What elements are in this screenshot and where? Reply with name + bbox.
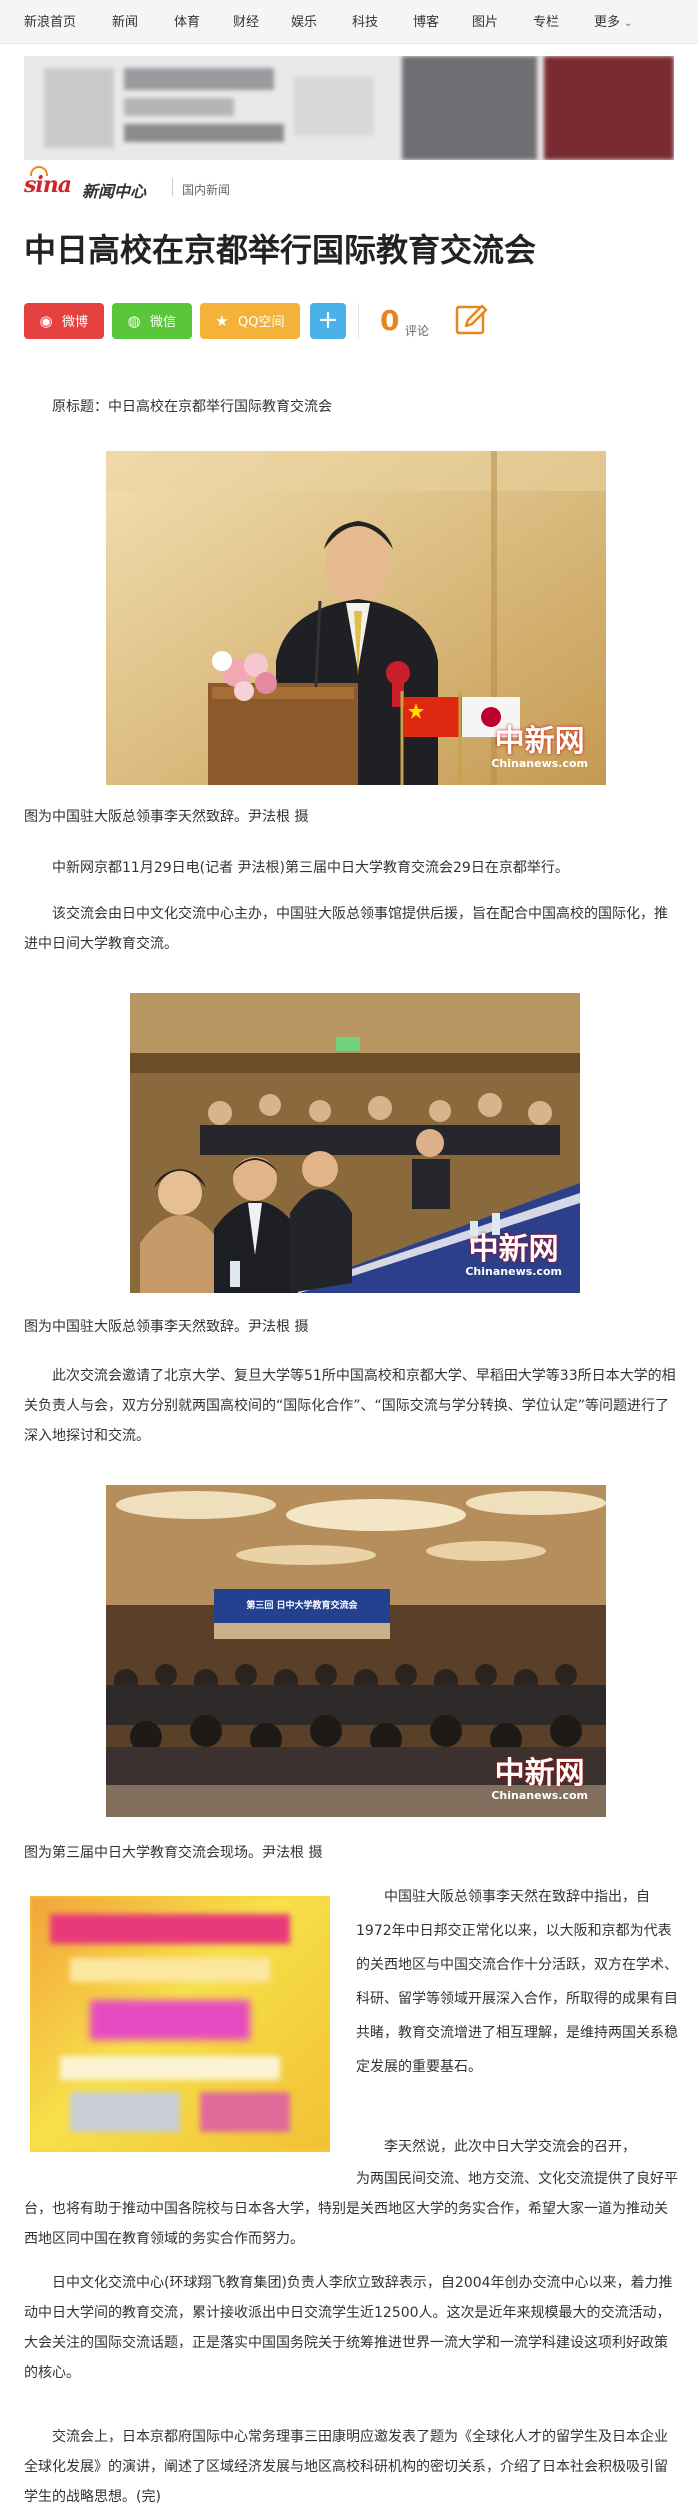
sina-logo[interactable]: sina — [24, 172, 72, 198]
share-divider — [358, 303, 359, 339]
chinanews-watermark: 中新网 Chinanews.com — [491, 1759, 588, 1803]
nav-item-finance[interactable]: 财经 — [233, 15, 259, 31]
watermark-cn: 中新网 — [494, 724, 585, 759]
photo-audience: 中新网 Chinanews.com — [130, 993, 580, 1293]
share-qq-button[interactable]: ★ QQ空间 — [200, 303, 300, 339]
comment-label[interactable]: 评论 — [405, 322, 429, 339]
article-paragraph: 交流会上，日本京都府国际中心常务理事三田康明应邀发表了题为《全球化人才的留学生及… — [24, 2429, 668, 2505]
top-nav: 新浪首页 新闻 体育 财经 娱乐 科技 博客 图片 专栏 更多 ⌄ — [0, 0, 698, 44]
article-paragraph: 为两国民间交流、地方交流、文化交流提供了良好平台，也将有助于推动中国各院校与日本… — [24, 2171, 678, 2247]
share-wechat-button[interactable]: ◍ 微信 — [112, 303, 192, 339]
ad-shape — [294, 76, 374, 136]
weibo-icon: ◉ — [39, 312, 53, 330]
chinanews-watermark: 中新网 Chinanews.com — [491, 727, 588, 771]
nav-item-entertainment[interactable]: 娱乐 — [291, 15, 317, 31]
event-banner: 第三回 日中大学教育交流会 — [246, 1601, 358, 1611]
share-weibo-label: 微博 — [62, 315, 89, 330]
share-more-button[interactable]: + — [310, 303, 346, 339]
nav-item-news[interactable]: 新闻 — [112, 15, 138, 31]
ad-shape — [90, 2000, 250, 2040]
chinanews-watermark: 中新网 Chinanews.com — [465, 1235, 562, 1279]
ad-shape — [44, 68, 114, 148]
watermark-cn: 中新网 — [494, 1756, 585, 1791]
share-qq-label: QQ空间 — [238, 315, 285, 330]
banner-ad[interactable] — [24, 56, 674, 160]
share-weibo-button[interactable]: ◉ 微博 — [24, 303, 104, 339]
article-title: 中日高校在京都举行国际教育交流会 — [24, 231, 537, 269]
article-paragraph: 中新网京都11月29日电(记者 尹法根)第三届中日大学教育交流会29日在京都举行… — [52, 860, 569, 876]
ad-shape — [70, 1958, 270, 1982]
watermark-en: Chinanews.com — [491, 757, 588, 770]
photo-speaker: 中新网 Chinanews.com — [106, 451, 606, 785]
chevron-down-icon: ⌄ — [624, 18, 633, 29]
ad-shape — [544, 56, 674, 160]
ad-shape — [50, 1914, 290, 1944]
photo-caption: 图为中国驻大阪总领事李天然致辞。尹法根 摄 — [24, 1319, 309, 1335]
nav-item-sports[interactable]: 体育 — [174, 15, 200, 31]
watermark-en: Chinanews.com — [465, 1265, 562, 1278]
ad-shape — [124, 68, 274, 90]
ad-shape — [124, 98, 234, 116]
nav-item-photo[interactable]: 图片 — [472, 15, 498, 31]
watermark-en: Chinanews.com — [491, 1789, 588, 1802]
comment-count[interactable]: 0 — [380, 304, 399, 338]
star-icon: ★ — [215, 312, 229, 330]
ad-shape — [124, 124, 284, 142]
ad-shape — [60, 2056, 280, 2080]
photo-caption: 图为中国驻大阪总领事李天然致辞。尹法根 摄 — [24, 809, 309, 825]
inline-ad[interactable] — [30, 1896, 330, 2152]
brand-divider — [172, 178, 173, 196]
edit-comment-icon[interactable] — [454, 302, 490, 338]
watermark-cn: 中新网 — [468, 1232, 559, 1267]
original-title: 原标题：中日高校在京都举行国际教育交流会 — [52, 399, 332, 415]
nav-item-more[interactable]: 更多 ⌄ — [594, 15, 632, 32]
photo-caption: 图为第三届中日大学教育交流会现场。尹法根 摄 — [24, 1845, 323, 1861]
nav-item-blog[interactable]: 博客 — [413, 15, 439, 31]
article-paragraph: 日中文化交流中心(环球翔飞教育集团)负责人李欣立致辞表示，自2004年创办交流中… — [24, 2275, 673, 2381]
article-paragraph: 李天然说，此次中日大学交流会的召开， — [384, 2139, 636, 2155]
ad-shape — [70, 2092, 180, 2132]
ad-shape — [200, 2092, 290, 2132]
news-center-link[interactable]: 新闻中心 — [82, 178, 146, 202]
nav-item-tech[interactable]: 科技 — [352, 15, 378, 31]
article-paragraph: 中国驻大阪总领事李天然在致辞中指出，自1972年中日邦交正常化以来，以大阪和京都… — [356, 1889, 678, 2075]
article-paragraph: 此次交流会邀请了北京大学、复旦大学等51所中国高校和京都大学、早稻田大学等33所… — [24, 1368, 676, 1444]
wechat-icon: ◍ — [127, 312, 141, 330]
nav-item-sina-home[interactable]: 新浪首页 — [24, 15, 76, 31]
channel-link[interactable]: 国内新闻 — [182, 181, 230, 198]
article-paragraph: 该交流会由日中文化交流中心主办，中国驻大阪总领事馆提供后援，旨在配合中国高校的国… — [24, 906, 668, 952]
photo-hall: 第三回 日中大学教育交流会 中新网 Chinanews.com — [106, 1485, 606, 1817]
nav-item-column[interactable]: 专栏 — [533, 15, 559, 31]
ad-shape — [402, 56, 537, 160]
nav-more-label: 更多 — [594, 15, 621, 30]
share-wechat-label: 微信 — [150, 315, 177, 330]
